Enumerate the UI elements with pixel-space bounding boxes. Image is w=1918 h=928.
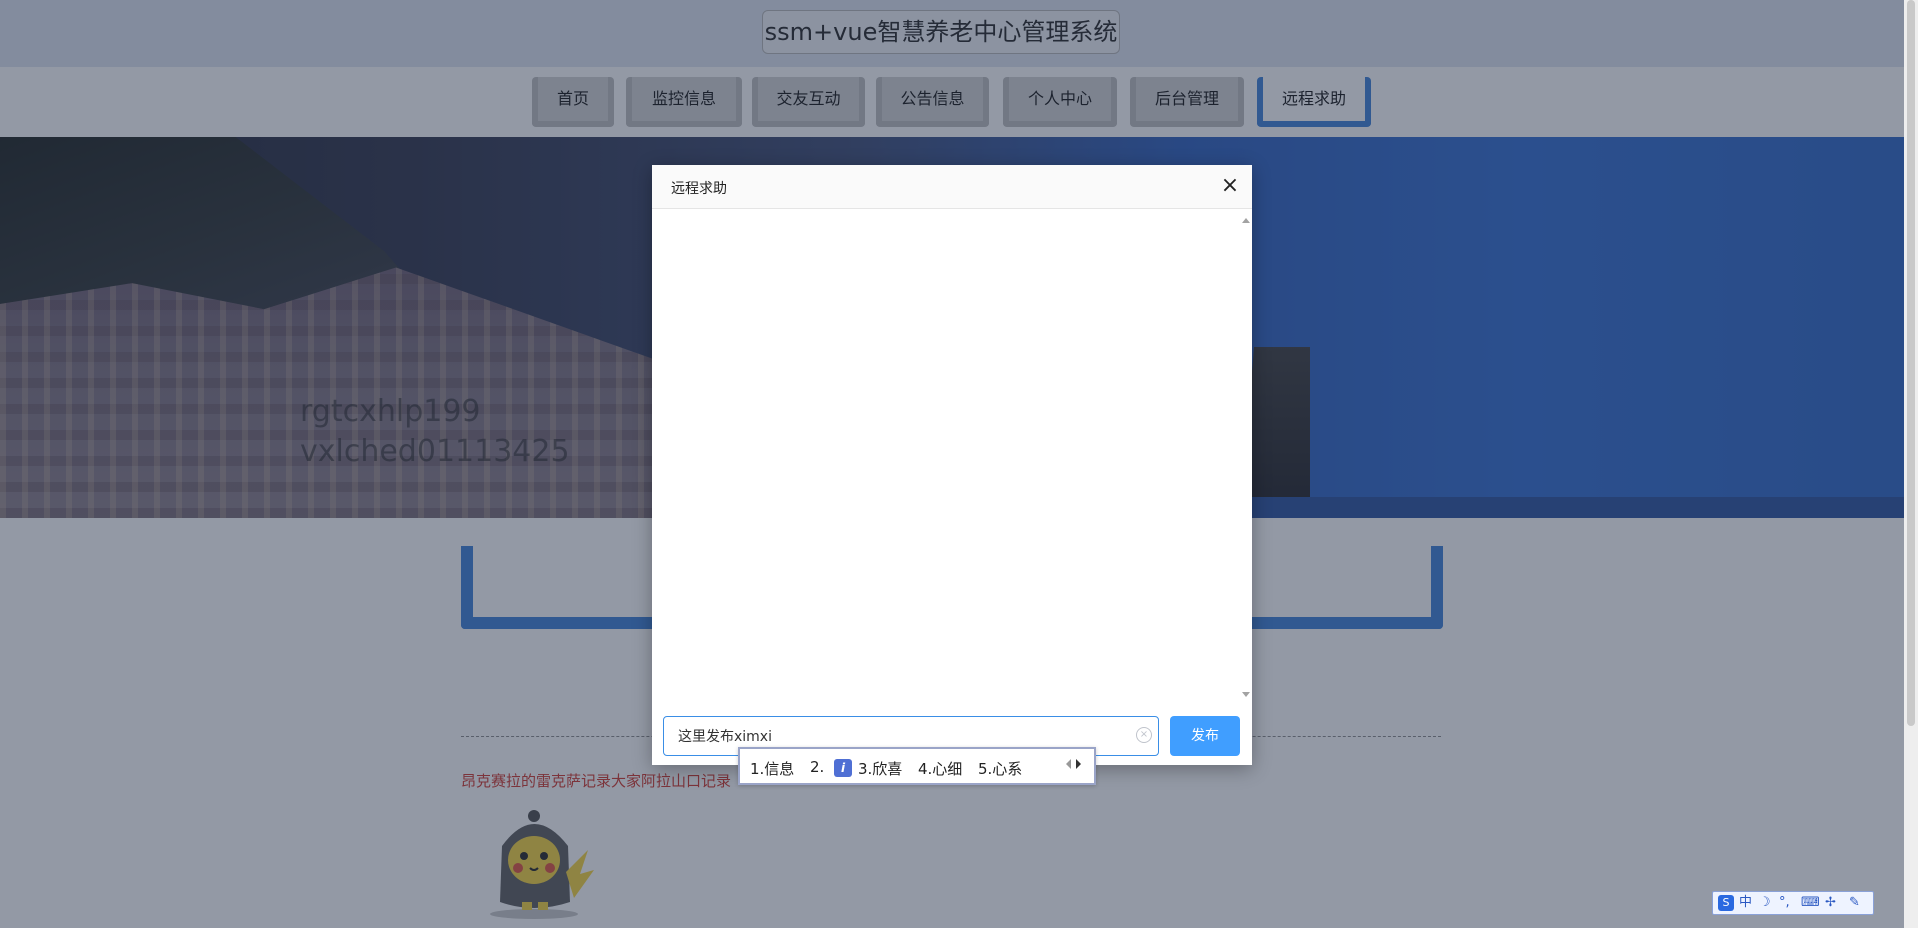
settings-wrench-icon[interactable]: ✎ bbox=[1849, 895, 1860, 911]
clear-input-icon[interactable]: × bbox=[1136, 727, 1152, 743]
ime-candidate-2[interactable]: 2. bbox=[810, 758, 824, 776]
ime-candidate-5[interactable]: 5.心系 bbox=[978, 758, 1022, 779]
ime-candidate-4[interactable]: 4.心细 bbox=[918, 758, 962, 779]
ime-next-page-icon[interactable] bbox=[1076, 759, 1081, 769]
publish-button[interactable]: 发布 bbox=[1170, 716, 1240, 756]
punctuation-icon[interactable]: °, bbox=[1779, 895, 1790, 911]
dialog-header: 远程求助 × bbox=[652, 165, 1252, 209]
keyboard-icon[interactable]: ⌨ bbox=[1801, 895, 1820, 911]
scroll-up-icon[interactable] bbox=[1242, 218, 1250, 223]
ime-prev-page-icon[interactable] bbox=[1066, 759, 1071, 769]
close-icon[interactable]: × bbox=[1218, 175, 1242, 199]
ime-candidate-window: 1.信息 2. i 3.欣喜 4.心细 5.心系 bbox=[738, 747, 1096, 785]
scroll-down-icon[interactable] bbox=[1242, 692, 1250, 697]
ime-mode-chinese[interactable]: 中 bbox=[1739, 895, 1752, 911]
page-scrollbar[interactable] bbox=[1904, 0, 1918, 928]
moon-icon[interactable]: ☽ bbox=[1759, 895, 1771, 911]
sogou-logo-icon[interactable]: S bbox=[1718, 895, 1734, 911]
chat-scrollbar[interactable] bbox=[1240, 210, 1252, 705]
remote-help-dialog: 远程求助 × × 发布 bbox=[652, 165, 1252, 765]
dialog-title: 远程求助 bbox=[671, 181, 727, 197]
toolbox-icon[interactable]: ✢ bbox=[1825, 895, 1836, 911]
ime-candidate-3[interactable]: 3.欣喜 bbox=[858, 758, 902, 779]
ime-toolbar: S 中 ☽ °, ⌨ ✢ ✎ bbox=[1712, 891, 1874, 915]
ime-candidate-1[interactable]: 1.信息 bbox=[750, 758, 794, 779]
info-emoji-icon[interactable]: i bbox=[834, 759, 852, 777]
chat-message-area[interactable] bbox=[652, 210, 1240, 705]
page-scrollbar-thumb[interactable] bbox=[1907, 0, 1915, 726]
